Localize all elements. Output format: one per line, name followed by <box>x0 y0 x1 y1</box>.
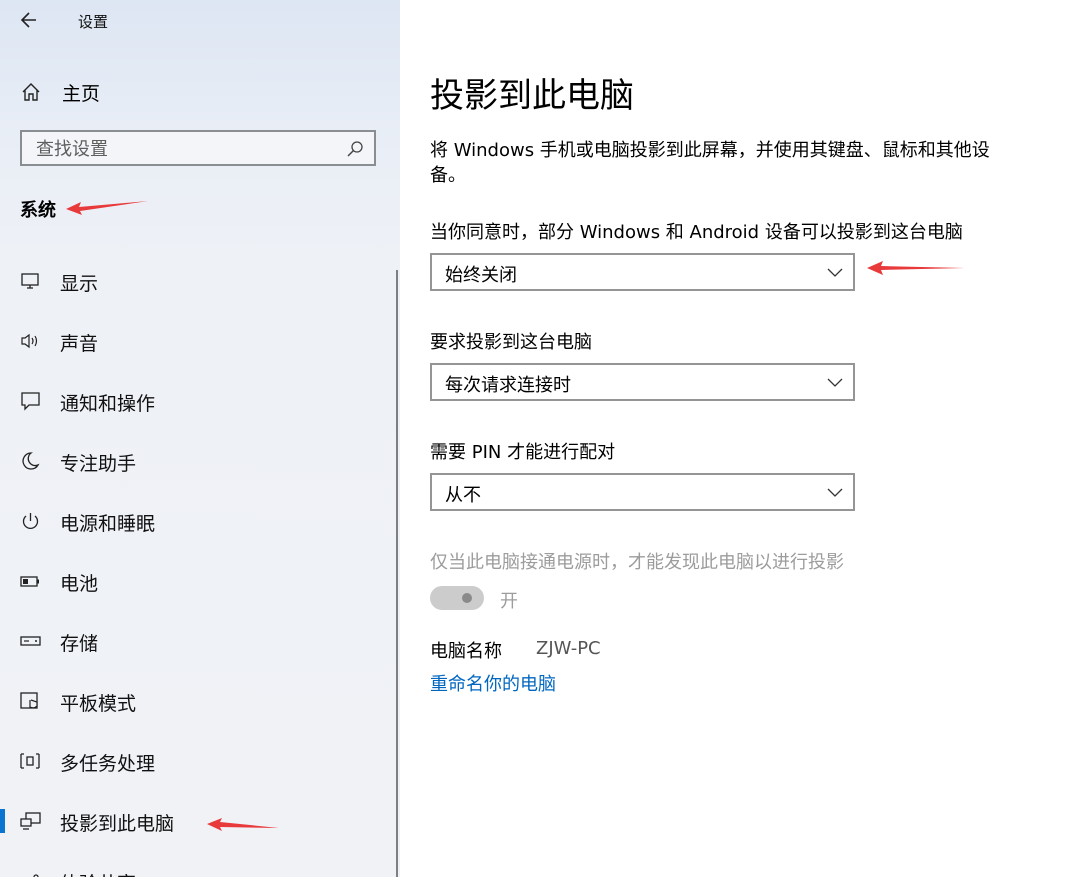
dropdown-value: 每次请求连接时 <box>445 375 571 396</box>
section-title: 系统 <box>20 200 56 221</box>
sidebar-item-storage[interactable]: 存储 <box>0 619 396 663</box>
sidebar-item-home[interactable]: 主页 <box>20 78 100 106</box>
project-icon <box>20 812 41 830</box>
sidebar: 设置 主页 系统 显示 声音 通知和操作 <box>0 0 400 877</box>
sidebar-item-power-sleep[interactable]: 电源和睡眠 <box>0 499 396 543</box>
sidebar-item-label: 声音 <box>60 333 99 355</box>
power-toggle[interactable] <box>430 586 484 610</box>
discovery-dropdown[interactable]: 始终关闭 <box>430 253 855 291</box>
annotation-arrow <box>867 261 965 275</box>
search-box[interactable] <box>20 130 376 166</box>
sidebar-scrollbar[interactable] <box>396 270 398 877</box>
home-icon <box>22 83 40 101</box>
sidebar-item-multitasking[interactable]: 多任务处理 <box>0 739 396 783</box>
toggle-knob <box>462 593 472 603</box>
chevron-down-icon <box>827 378 843 387</box>
sidebar-item-label: 电源和睡眠 <box>60 513 156 535</box>
storage-icon <box>20 636 41 646</box>
sidebar-item-label: 主页 <box>62 82 101 105</box>
annotation-arrow <box>207 818 279 831</box>
main-content: 投影到此电脑 将 Windows 手机或电脑投影到此屏幕，并使用其键盘、鼠标和其… <box>400 0 1081 877</box>
sidebar-item-shared-experiences[interactable]: 体验共享 <box>0 859 396 877</box>
sidebar-item-focus-assist[interactable]: 专注助手 <box>0 439 396 483</box>
sidebar-item-label: 专注助手 <box>60 453 137 475</box>
moon-icon <box>22 452 40 470</box>
page-description: 将 Windows 手机或电脑投影到此屏幕，并使用其键盘、鼠标和其他设备。 <box>430 140 990 186</box>
back-button[interactable] <box>18 8 42 32</box>
chevron-down-icon <box>827 268 843 277</box>
sidebar-item-label: 体验共享 <box>60 869 136 877</box>
setting-label-ask-to-project: 要求投影到这台电脑 <box>430 332 592 353</box>
power-setting-label: 仅当此电脑接通电源时，才能发现此电脑以进行投影 <box>430 552 844 573</box>
window-title: 设置 <box>78 13 109 31</box>
dropdown-value: 始终关闭 <box>445 265 517 286</box>
sidebar-item-label: 平板模式 <box>60 693 137 715</box>
tablet-icon <box>20 692 38 709</box>
selection-indicator <box>0 809 5 833</box>
toggle-state-label: 开 <box>500 591 518 612</box>
pc-name-label: 电脑名称 <box>430 641 502 662</box>
monitor-icon <box>21 273 39 289</box>
setting-label-discovery: 当你同意时，部分 Windows 和 Android 设备可以投影到这台电脑 <box>430 222 963 243</box>
search-input[interactable] <box>34 136 338 162</box>
sidebar-item-label: 电池 <box>60 573 99 595</box>
sidebar-item-notifications[interactable]: 通知和操作 <box>0 379 396 423</box>
pin-dropdown[interactable]: 从不 <box>430 473 855 511</box>
search-icon[interactable] <box>346 140 364 158</box>
notification-icon <box>21 392 40 411</box>
rename-pc-link[interactable]: 重命名你的电脑 <box>430 670 556 696</box>
battery-icon <box>20 576 39 587</box>
sidebar-item-display[interactable]: 显示 <box>0 259 396 303</box>
multitask-icon <box>20 753 40 769</box>
sidebar-item-project-to-pc[interactable]: 投影到此电脑 <box>0 799 396 843</box>
sidebar-item-label: 投影到此电脑 <box>60 813 175 835</box>
sidebar-item-label: 显示 <box>60 273 99 295</box>
chevron-down-icon <box>827 488 843 497</box>
sidebar-item-label: 通知和操作 <box>60 393 156 415</box>
power-icon <box>22 513 39 530</box>
sidebar-item-label: 多任务处理 <box>60 753 156 775</box>
share-icon <box>33 874 39 877</box>
sidebar-item-label: 存储 <box>60 633 99 655</box>
ask-to-project-dropdown[interactable]: 每次请求连接时 <box>430 363 855 401</box>
sidebar-item-sound[interactable]: 声音 <box>0 319 396 363</box>
speaker-icon <box>21 333 38 349</box>
setting-label-pin: 需要 PIN 才能进行配对 <box>430 442 616 463</box>
annotation-arrow <box>66 201 148 215</box>
dropdown-value: 从不 <box>445 485 481 506</box>
sidebar-item-battery[interactable]: 电池 <box>0 559 396 603</box>
back-arrow-icon <box>20 12 36 28</box>
page-title: 投影到此电脑 <box>430 76 634 116</box>
pc-name-value: ZJW-PC <box>536 638 601 659</box>
sidebar-item-tablet-mode[interactable]: 平板模式 <box>0 679 396 723</box>
